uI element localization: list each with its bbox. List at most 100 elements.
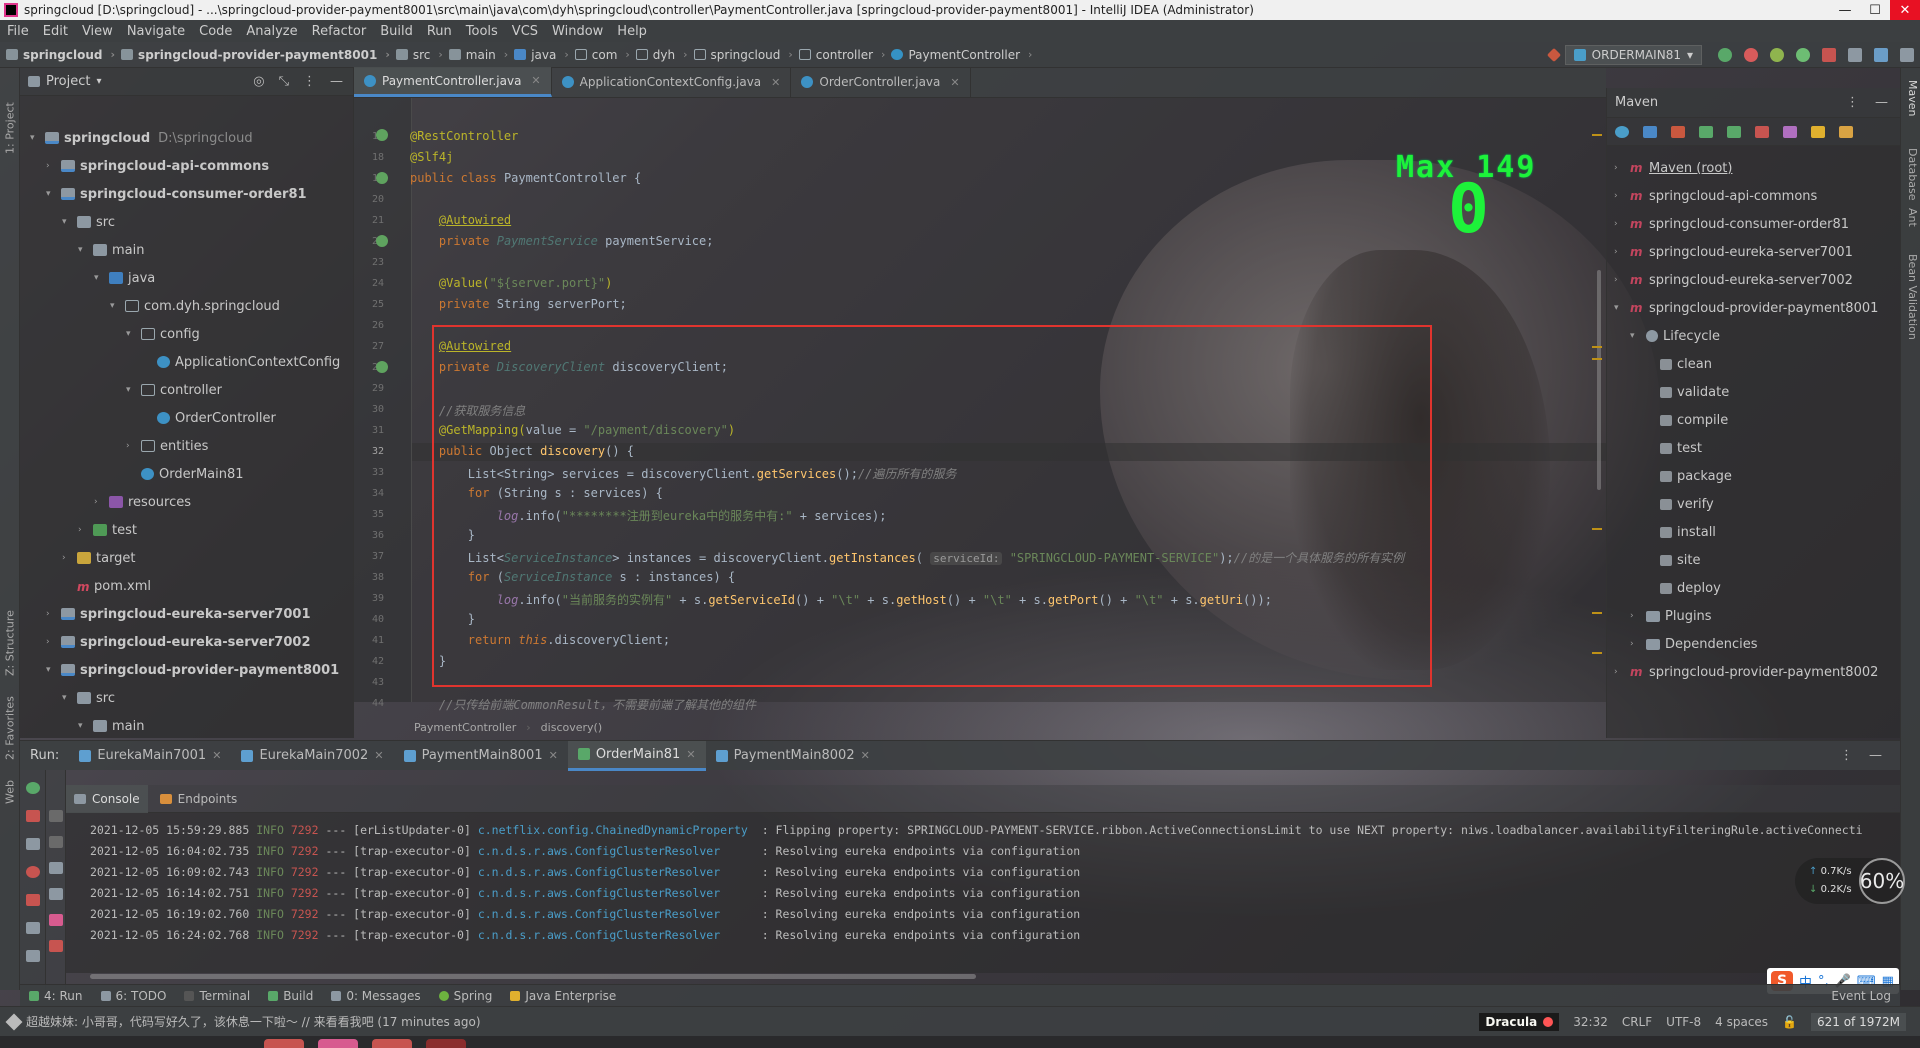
menu-view[interactable]: View: [75, 24, 120, 39]
run-tab-payment8001[interactable]: PaymentMain8001 ✕: [394, 741, 568, 771]
clear-all-icon[interactable]: [49, 940, 63, 952]
menu-code[interactable]: Code: [192, 24, 239, 39]
tree-item-appcontextconfig[interactable]: ApplicationContextConfig: [157, 351, 340, 373]
options-icon[interactable]: ⋮: [1846, 95, 1859, 110]
warning-marker[interactable]: [1592, 134, 1602, 136]
line-number[interactable]: 21: [354, 215, 384, 226]
line-number[interactable]: 26: [354, 320, 384, 331]
run-tab-payment8002[interactable]: PaymentMain8002 ✕: [706, 741, 880, 771]
warning-marker[interactable]: [1592, 612, 1602, 614]
crumb-class[interactable]: PaymentController ›: [885, 48, 1032, 62]
line-separator[interactable]: CRLF: [1622, 1015, 1652, 1029]
tab-console[interactable]: Console: [66, 784, 148, 813]
project-panel-title[interactable]: Project: [46, 74, 90, 89]
line-number[interactable]: 44: [354, 698, 384, 709]
add-icon[interactable]: [1699, 125, 1713, 138]
hide-icon[interactable]: —: [1875, 95, 1888, 110]
maven-item-dependencies[interactable]: › Dependencies: [1630, 633, 1758, 655]
menu-window[interactable]: Window: [545, 24, 610, 39]
tool-terminal[interactable]: Terminal: [175, 989, 259, 1003]
line-number[interactable]: 27: [354, 341, 384, 352]
options-icon[interactable]: ⋮: [303, 74, 316, 89]
menu-analyze[interactable]: Analyze: [239, 24, 304, 39]
file-encoding[interactable]: UTF-8: [1666, 1015, 1701, 1029]
line-number[interactable]: 33: [354, 467, 384, 478]
tab-applicationcontextconfig[interactable]: ApplicationContextConfig.java ✕: [552, 67, 792, 97]
menu-vcs[interactable]: VCS: [505, 24, 545, 39]
stop-icon[interactable]: [1822, 47, 1836, 62]
theme-indicator[interactable]: Dracula: [1479, 1012, 1560, 1031]
tree-item-main[interactable]: ▾ main: [78, 239, 144, 261]
editor-scrollbar[interactable]: [1597, 270, 1601, 490]
spring-bean-gutter-icon[interactable]: [376, 129, 388, 141]
scroll-to-end-icon[interactable]: [49, 888, 63, 900]
line-number[interactable]: 29: [354, 383, 384, 394]
close-button[interactable]: ✕: [1890, 0, 1920, 20]
hide-icon[interactable]: —: [1869, 748, 1900, 763]
run-tab-eureka7001[interactable]: EurekaMain7001 ✕: [69, 741, 231, 771]
line-number[interactable]: 34: [354, 488, 384, 499]
editor-gutter[interactable]: [354, 98, 412, 702]
skip-tests-icon[interactable]: [1811, 125, 1825, 138]
maven-tool-tab[interactable]: Maven: [1903, 80, 1919, 140]
download-icon[interactable]: [1671, 125, 1685, 138]
warning-marker[interactable]: [1592, 528, 1602, 530]
tool-messages[interactable]: 0: Messages: [322, 989, 429, 1003]
rerun-icon[interactable]: [26, 782, 40, 794]
memory-indicator[interactable]: 621 of 1972M: [1811, 1012, 1906, 1031]
console-horizontal-scrollbar[interactable]: [90, 974, 976, 979]
project-structure-icon[interactable]: [1848, 47, 1862, 62]
tool-event-log[interactable]: Event Log: [1822, 989, 1900, 1003]
close-tab-icon[interactable]: ✕: [771, 76, 780, 89]
close-tab-icon[interactable]: ✕: [531, 74, 540, 87]
line-number[interactable]: 43: [354, 677, 384, 688]
crumb-project[interactable]: springcloud ›: [0, 48, 115, 62]
line-number[interactable]: 31: [354, 425, 384, 436]
pin-icon[interactable]: [26, 950, 40, 962]
sdk-icon[interactable]: [1874, 47, 1888, 62]
taskbar-app-icon[interactable]: [264, 1039, 304, 1048]
tree-item-config[interactable]: ▾ config: [126, 323, 200, 345]
line-number[interactable]: 18: [354, 152, 384, 163]
close-tab-icon[interactable]: ✕: [374, 749, 383, 762]
crumb-module[interactable]: springcloud-provider-payment8001 ›: [115, 48, 390, 62]
maven-item-eureka7002[interactable]: › m springcloud-eureka-server7002: [1614, 269, 1853, 291]
options-icon[interactable]: ⋮: [1840, 748, 1869, 763]
line-number[interactable]: 35: [354, 509, 384, 520]
build-hammer-icon[interactable]: [1546, 47, 1561, 62]
line-number[interactable]: 24: [354, 278, 384, 289]
run-configuration-selector[interactable]: ORDERMAIN81 ▾: [1564, 44, 1702, 65]
line-number[interactable]: 41: [354, 635, 384, 646]
close-tab-icon[interactable]: ✕: [861, 749, 870, 762]
collapse-all-icon[interactable]: ⤡: [279, 74, 289, 89]
line-number[interactable]: 42: [354, 656, 384, 667]
tree-item-springcloud[interactable]: ▾ springcloud D:\springcloud: [30, 127, 253, 149]
maven-goal-deploy[interactable]: deploy: [1660, 577, 1721, 599]
layout-icon[interactable]: [26, 922, 40, 934]
tool-spring[interactable]: Spring: [430, 989, 502, 1003]
menu-help[interactable]: Help: [610, 24, 654, 39]
line-number[interactable]: 25: [354, 299, 384, 310]
maven-item-plugins[interactable]: › Plugins: [1630, 605, 1712, 627]
exit-icon[interactable]: [26, 894, 40, 906]
maximize-button[interactable]: ☐: [1860, 0, 1890, 20]
tool-build[interactable]: Build: [259, 989, 322, 1003]
soft-wrap-icon[interactable]: [49, 862, 63, 874]
line-number[interactable]: 23: [354, 257, 384, 268]
tree-item-eureka7001[interactable]: › springcloud-eureka-server7001: [46, 603, 310, 625]
taskbar-app-icon[interactable]: [318, 1039, 358, 1048]
caret-position[interactable]: 32:32: [1573, 1015, 1608, 1029]
line-number[interactable]: 30: [354, 404, 384, 415]
maven-goal-clean[interactable]: clean: [1660, 353, 1712, 375]
maven-goal-verify[interactable]: verify: [1660, 493, 1714, 515]
lock-icon[interactable]: 🔓: [1782, 1015, 1797, 1029]
coverage-icon[interactable]: [1770, 47, 1784, 62]
tree-item-target[interactable]: › target: [62, 547, 136, 569]
tree-item-resources[interactable]: › resources: [94, 491, 191, 513]
maven-goal-package[interactable]: package: [1660, 465, 1732, 487]
camera-icon[interactable]: [26, 838, 40, 850]
close-tab-icon[interactable]: ✕: [212, 749, 221, 762]
line-number[interactable]: 39: [354, 593, 384, 604]
line-number[interactable]: 40: [354, 614, 384, 625]
up-arrow-icon[interactable]: [49, 810, 63, 822]
